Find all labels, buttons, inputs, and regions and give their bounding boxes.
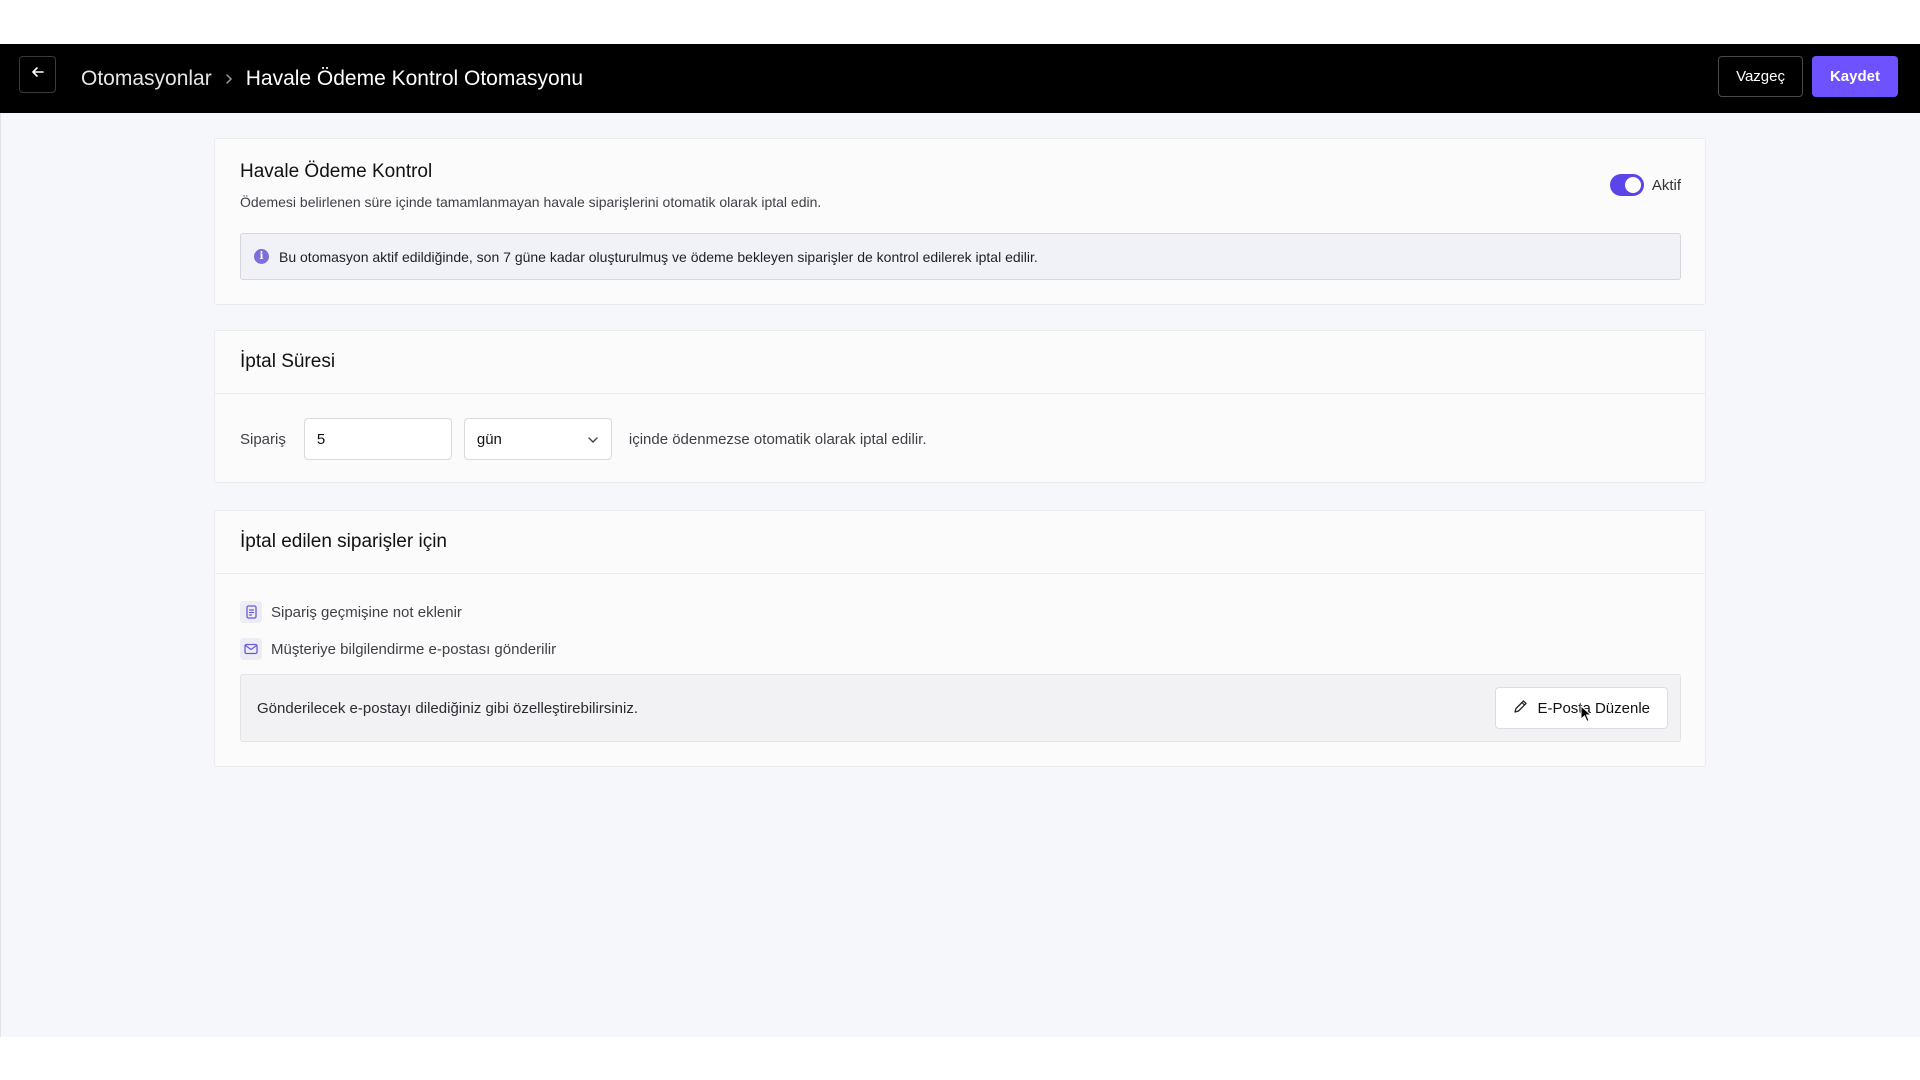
mouse-cursor-icon (1580, 704, 1593, 728)
list-item-label: Sipariş geçmişine not eklenir (271, 603, 462, 621)
info-text: Bu otomasyon aktif edildiğinde, son 7 gü… (279, 248, 1038, 265)
email-hint-text: Gönderilecek e-postayı dilediğiniz gibi … (257, 700, 639, 717)
back-button[interactable] (19, 56, 56, 93)
duration-unit-value: gün (476, 430, 502, 448)
pencil-icon (1513, 699, 1528, 718)
duration-row: Sipariş gün içinde ödenmezse otomatik ol… (240, 418, 927, 460)
top-bar: Otomasyonlar Havale Ödeme Kontrol Otomas… (0, 44, 1920, 113)
chevron-down-icon (587, 431, 599, 448)
email-customize-box: Gönderilecek e-postayı dilediğiniz gibi … (240, 674, 1681, 742)
content-area: Havale Ödeme Kontrol Ödemesi belirlenen … (0, 113, 1920, 1037)
automation-title: Havale Ödeme Kontrol (240, 161, 433, 182)
save-button[interactable]: Kaydet (1811, 56, 1898, 97)
duration-amount-input[interactable] (303, 418, 452, 460)
active-toggle[interactable]: Aktif (1609, 174, 1681, 196)
info-icon: i (254, 249, 269, 264)
cancel-button[interactable]: Vazgeç (1718, 56, 1803, 97)
toggle-label: Aktif (1651, 176, 1681, 194)
note-icon (240, 601, 262, 623)
breadcrumb-parent-link[interactable]: Otomasyonlar (81, 67, 212, 91)
automation-card: Havale Ödeme Kontrol Ödemesi belirlenen … (214, 138, 1706, 305)
section-title: İptal edilen siparişler için (215, 511, 1705, 574)
arrow-left-icon (30, 64, 46, 85)
edit-email-label: E-Posta Düzenle (1537, 699, 1650, 717)
cancelled-orders-card: İptal edilen siparişler için Sipariş geç… (214, 510, 1706, 767)
duration-unit-select[interactable]: gün (463, 418, 612, 460)
page-title: Havale Ödeme Kontrol Otomasyonu (245, 66, 584, 90)
info-banner: i Bu otomasyon aktif edildiğinde, son 7 … (240, 233, 1681, 280)
duration-suffix-text: içinde ödenmezse otomatik olarak iptal e… (628, 430, 927, 448)
section-title: İptal Süresi (215, 331, 1705, 394)
toggle-switch[interactable] (1609, 174, 1644, 196)
mail-icon (240, 638, 262, 660)
cancel-duration-card: İptal Süresi Sipariş gün içinde ödenmezs… (214, 330, 1706, 483)
duration-prefix-label: Sipariş (240, 430, 286, 448)
top-spacer (0, 0, 1920, 44)
toggle-knob (1624, 177, 1641, 193)
list-item-label: Müşteriye bilgilendirme e-postası gönder… (271, 640, 557, 658)
automation-description: Ödemesi belirlenen süre içinde tamamlanm… (240, 194, 822, 210)
bottom-spacer (0, 1037, 1920, 1080)
breadcrumb: Otomasyonlar Havale Ödeme Kontrol Otomas… (81, 44, 583, 113)
list-item: Sipariş geçmişine not eklenir (240, 601, 462, 623)
chevron-right-icon (224, 73, 234, 85)
list-item: Müşteriye bilgilendirme e-postası gönder… (240, 638, 556, 660)
